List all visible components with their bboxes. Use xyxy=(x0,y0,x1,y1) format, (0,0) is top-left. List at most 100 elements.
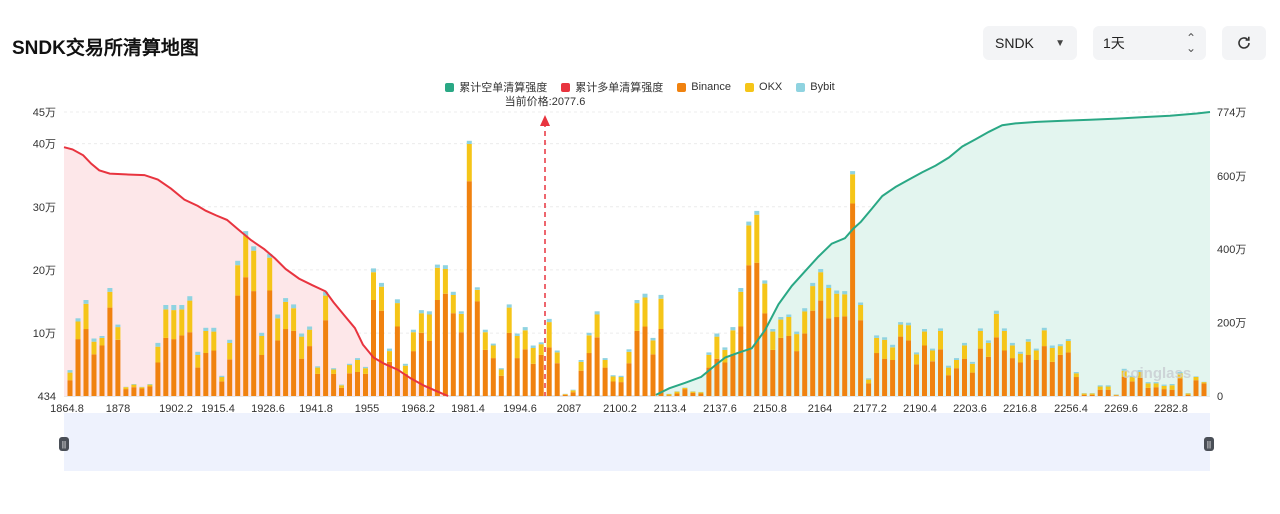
bar-binance xyxy=(410,351,416,396)
bar-okx xyxy=(522,330,528,350)
bar-okx xyxy=(914,354,919,365)
bar-okx xyxy=(1161,385,1167,390)
bar-binance xyxy=(938,349,943,396)
bar-bybit xyxy=(762,280,768,284)
bar-binance xyxy=(203,353,209,396)
bar-okx xyxy=(243,235,249,278)
bar-binance xyxy=(570,392,576,396)
bar-okx xyxy=(179,309,185,336)
bar-okx xyxy=(1001,330,1007,351)
bar-okx xyxy=(938,330,943,350)
bar-bybit xyxy=(586,332,592,336)
bar-binance xyxy=(67,380,73,396)
bar-binance xyxy=(331,373,337,396)
bar-bybit xyxy=(1057,344,1063,347)
bar-bybit xyxy=(594,311,600,315)
bar-bybit xyxy=(914,352,919,355)
bar-bybit xyxy=(1041,327,1047,331)
bar-bybit xyxy=(618,375,624,378)
bar-bybit xyxy=(67,370,73,373)
bar-okx xyxy=(1081,393,1087,395)
bar-okx xyxy=(866,379,872,384)
bar-okx xyxy=(530,348,536,364)
zoom-slider[interactable] xyxy=(64,413,1210,471)
bar-binance xyxy=(163,337,169,396)
bar-okx xyxy=(1193,377,1199,381)
bar-okx xyxy=(794,334,800,352)
bar-okx xyxy=(586,335,592,354)
bar-bybit xyxy=(738,288,744,292)
bar-bybit xyxy=(1017,351,1023,354)
bar-bybit xyxy=(163,305,169,310)
bar-binance xyxy=(147,386,153,396)
bar-binance xyxy=(1033,360,1039,396)
bar-bybit xyxy=(347,363,352,366)
bar-binance xyxy=(1145,387,1151,396)
bar-bybit xyxy=(650,337,656,341)
bar-binance xyxy=(610,381,616,396)
bar-binance xyxy=(434,300,440,396)
bar-bybit xyxy=(850,171,856,175)
bar-bybit xyxy=(131,384,137,385)
bar-okx xyxy=(331,369,337,374)
bar-binance xyxy=(522,349,528,396)
bar-okx xyxy=(474,289,480,302)
bar-binance xyxy=(474,301,480,396)
bar-bybit xyxy=(426,311,432,315)
bar-bybit xyxy=(307,326,313,330)
bar-bybit xyxy=(610,375,616,377)
bar-okx xyxy=(570,390,576,393)
bar-bybit xyxy=(235,260,241,266)
bar-bybit xyxy=(275,314,281,319)
bar-okx xyxy=(930,350,935,362)
bar-binance xyxy=(211,350,217,396)
bar-binance xyxy=(139,388,145,396)
bar-bybit xyxy=(602,358,608,360)
bar-okx xyxy=(371,272,376,300)
bar-binance xyxy=(91,354,97,396)
bar-binance xyxy=(746,265,752,396)
bar-bybit xyxy=(866,378,872,380)
bar-okx xyxy=(283,301,289,330)
bar-binance xyxy=(371,300,376,396)
bar-bybit xyxy=(810,282,816,287)
slider-handle-left[interactable]: || xyxy=(59,437,69,451)
bar-binance xyxy=(275,340,281,396)
bar-okx xyxy=(1089,393,1095,395)
bar-bybit xyxy=(91,338,97,342)
bar-binance xyxy=(810,310,816,396)
bar-bybit xyxy=(962,342,967,346)
bar-binance xyxy=(506,332,512,396)
bar-binance xyxy=(514,358,520,396)
bar-okx xyxy=(1185,393,1191,395)
bar-binance xyxy=(339,387,344,396)
bar-binance xyxy=(730,353,736,396)
bar-binance xyxy=(1089,394,1095,396)
bar-okx xyxy=(890,347,896,360)
bar-okx xyxy=(562,394,568,395)
bar-bybit xyxy=(482,329,488,333)
bar-okx xyxy=(882,339,888,359)
bar-okx xyxy=(259,336,265,355)
bar-okx xyxy=(802,311,808,334)
bar-binance xyxy=(898,336,904,396)
bar-bybit xyxy=(315,366,321,368)
bar-okx xyxy=(339,385,344,388)
bar-okx xyxy=(850,174,856,204)
bar-okx xyxy=(1073,373,1079,378)
bar-binance xyxy=(578,370,584,396)
bar-binance xyxy=(227,359,233,396)
bar-okx xyxy=(450,294,456,314)
bar-bybit xyxy=(1025,339,1031,342)
bar-binance xyxy=(618,382,624,396)
bar-okx xyxy=(642,297,648,327)
bar-okx xyxy=(307,329,313,347)
bar-bybit xyxy=(794,331,800,335)
bar-okx xyxy=(1033,350,1039,360)
bar-okx xyxy=(546,322,552,348)
slider-handle-right[interactable]: || xyxy=(1204,437,1214,451)
bar-okx xyxy=(139,387,145,389)
bar-binance xyxy=(586,353,592,396)
bar-bybit xyxy=(115,324,121,328)
y-right-tick-label: 600万 xyxy=(1217,171,1246,183)
